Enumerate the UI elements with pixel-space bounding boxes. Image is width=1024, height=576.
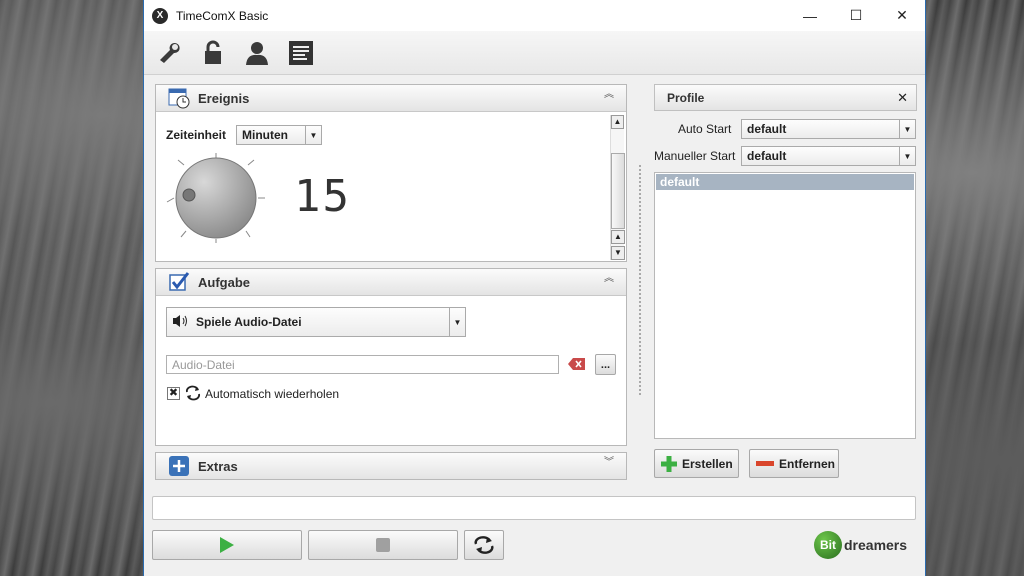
collapse-up-icon[interactable]: ︽: [604, 90, 614, 100]
repeat-checkbox[interactable]: ✖: [167, 387, 180, 400]
scroll-up-icon[interactable]: ▲: [611, 115, 624, 129]
clear-input-icon[interactable]: [567, 355, 587, 373]
ereignis-scrollbar[interactable]: ▲ ▲ ▼: [610, 115, 625, 260]
ereignis-title: Ereignis: [198, 90, 250, 106]
expand-down-icon[interactable]: ︾: [604, 458, 614, 468]
manual-start-select[interactable]: default ▼: [741, 146, 916, 166]
action-select[interactable]: Spiele Audio-Datei ▼: [166, 307, 466, 337]
manual-start-value: default: [747, 149, 787, 163]
create-profile-label: Erstellen: [682, 456, 733, 471]
status-bar: [152, 496, 916, 520]
remove-profile-label: Entfernen: [779, 456, 836, 471]
wrench-icon[interactable]: [154, 38, 184, 68]
scroll-down-icon[interactable]: ▲: [611, 230, 625, 244]
start-button[interactable]: [152, 530, 302, 560]
scroll-down-icon-2[interactable]: ▼: [611, 246, 625, 260]
panel-splitter[interactable]: [639, 165, 642, 395]
create-profile-button[interactable]: Erstellen: [654, 449, 739, 478]
plus-icon: [661, 455, 677, 472]
repeat-label: Automatisch wiederholen: [205, 387, 340, 401]
manual-start-label: Manueller Start: [654, 149, 736, 163]
audio-file-input[interactable]: Audio-Datei: [166, 355, 559, 374]
time-knob[interactable]: [164, 153, 268, 244]
speaker-icon: [172, 314, 190, 331]
auto-start-select[interactable]: default ▼: [741, 119, 916, 139]
bitdreamers-logo: Bit dreamers: [814, 530, 907, 560]
aufgabe-panel: Aufgabe ︽ Spiele Audio-Datei ▼ Audio-Dat…: [155, 268, 627, 446]
repeat-icon: [474, 536, 494, 554]
play-icon: [220, 537, 234, 553]
stop-icon: [376, 538, 390, 552]
unit-select-value: Minuten: [242, 128, 288, 142]
collapse-up-icon[interactable]: ︽: [604, 274, 614, 284]
repeat-button[interactable]: [464, 530, 504, 560]
auto-start-value: default: [747, 122, 787, 136]
stop-button[interactable]: [308, 530, 458, 560]
user-icon[interactable]: [242, 38, 272, 68]
profile-list-item[interactable]: default: [656, 174, 914, 190]
checkbox-checked-icon: [168, 271, 190, 293]
unit-select[interactable]: Minuten ▼: [236, 125, 322, 145]
aufgabe-header[interactable]: Aufgabe ︽: [156, 269, 626, 296]
auto-start-label: Auto Start: [678, 122, 732, 136]
chevron-down-icon: ▼: [899, 147, 915, 165]
profile-list: default: [654, 172, 916, 439]
time-display: 15: [294, 171, 351, 222]
minus-icon: [756, 460, 774, 466]
app-window: X TimeComX Basic — ☐ ✕ Ereignis ︽ Zeitei…: [143, 0, 926, 576]
repeat-icon: [185, 385, 201, 404]
browse-button[interactable]: ...: [595, 354, 616, 375]
zeiteinheit-label: Zeiteinheit: [166, 128, 227, 142]
brand-suffix: dreamers: [844, 537, 908, 553]
title-bar: X TimeComX Basic — ☐ ✕: [144, 0, 925, 31]
aufgabe-title: Aufgabe: [198, 274, 250, 290]
toolbar: [144, 31, 925, 75]
window-title: TimeComX Basic: [176, 8, 269, 23]
minimize-button[interactable]: —: [787, 0, 833, 31]
chevron-down-icon: ▼: [449, 308, 465, 336]
extras-title: Extras: [198, 458, 238, 474]
app-logo-icon: X: [152, 7, 168, 24]
profile-panel: Profile ✕: [654, 84, 917, 111]
extras-header[interactable]: Extras ︾: [156, 453, 626, 479]
close-button[interactable]: ✕: [879, 0, 925, 31]
action-select-value: Spiele Audio-Datei: [196, 315, 302, 329]
scroll-thumb[interactable]: [611, 153, 625, 229]
log-icon[interactable]: [286, 38, 316, 68]
extras-panel: Extras ︾: [155, 452, 627, 480]
unlock-icon[interactable]: [198, 38, 228, 68]
brand-circle-icon: Bit: [814, 531, 842, 559]
brand-prefix: Bit: [820, 538, 836, 552]
ereignis-header[interactable]: Ereignis ︽: [156, 85, 626, 112]
maximize-button[interactable]: ☐: [833, 0, 879, 31]
ereignis-panel: Ereignis ︽ Zeiteinheit Minuten ▼ 15 ▲ ▲ …: [155, 84, 627, 262]
audio-file-placeholder: Audio-Datei: [172, 357, 235, 372]
calendar-clock-icon: [168, 87, 190, 109]
profile-header: Profile ✕: [655, 85, 916, 110]
profile-title: Profile: [667, 90, 705, 105]
chevron-down-icon: ▼: [899, 120, 915, 138]
chevron-down-icon: ▼: [305, 126, 321, 144]
close-icon[interactable]: ✕: [897, 90, 908, 106]
remove-profile-button[interactable]: Entfernen: [749, 449, 839, 478]
plus-icon: [168, 455, 190, 477]
